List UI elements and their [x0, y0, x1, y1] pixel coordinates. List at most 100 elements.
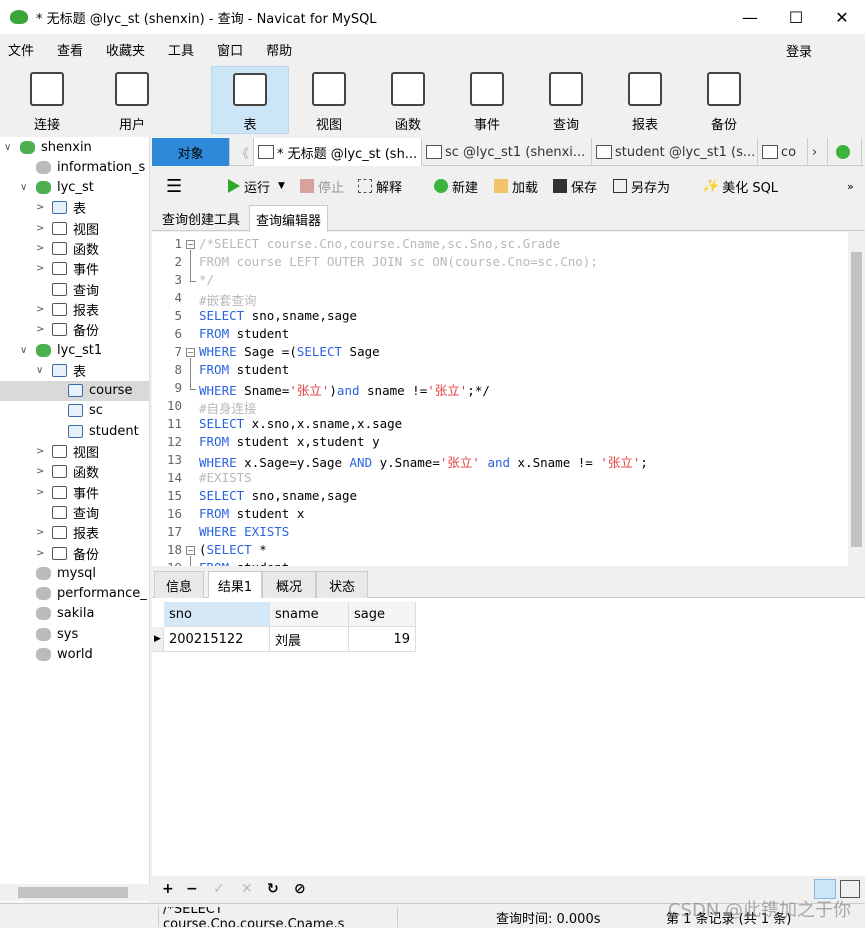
expand-caret-icon[interactable]: >: [36, 243, 48, 254]
tree-item[interactable]: ∨ lyc_st: [20, 178, 94, 198]
fold-toggle-icon[interactable]: −: [186, 240, 195, 249]
menu-item[interactable]: 窗口: [209, 40, 252, 59]
tree-item[interactable]: > 报表: [36, 523, 99, 543]
explain-button[interactable]: 解释: [358, 170, 402, 202]
tab-scroll-right-icon[interactable]: ›: [808, 138, 828, 166]
toolbar-view-button[interactable]: 视图: [290, 66, 368, 134]
expand-caret-icon[interactable]: ∨: [4, 142, 16, 153]
refresh-icon[interactable]: ↻: [267, 881, 279, 897]
table-cell[interactable]: 200215122: [164, 627, 270, 652]
tab-scroll-left-icon[interactable]: 《: [232, 138, 254, 166]
tab-query-editor[interactable]: 查询编辑器: [249, 205, 329, 232]
toolbar-event-button[interactable]: 事件: [448, 66, 526, 134]
expand-caret-icon[interactable]: ∨: [20, 345, 32, 356]
new-tab-icon[interactable]: [832, 138, 862, 166]
expand-caret-icon[interactable]: ∨: [36, 365, 48, 376]
code-line[interactable]: FROM student x,student y: [199, 434, 380, 449]
menu-item[interactable]: 文件: [0, 40, 43, 59]
expand-caret-icon[interactable]: ∨: [20, 182, 32, 193]
fold-toggle-icon[interactable]: −: [186, 546, 195, 555]
apply-icon[interactable]: ✓: [213, 881, 225, 897]
expand-caret-icon[interactable]: >: [36, 263, 48, 274]
sidebar-horizontal-scrollbar[interactable]: [0, 884, 150, 901]
minimize-button[interactable]: —: [727, 0, 773, 34]
tree-item[interactable]: ∨ 表: [36, 360, 86, 380]
code-line[interactable]: #嵌套查询: [199, 290, 257, 309]
tree-item[interactable]: world: [20, 645, 93, 665]
code-line[interactable]: FROM student: [199, 326, 289, 341]
tree-item[interactable]: ∨ shenxin: [4, 137, 92, 157]
code-line[interactable]: #自身连接: [199, 398, 257, 417]
column-header[interactable]: sage: [349, 602, 416, 627]
tree-item[interactable]: 查询: [36, 502, 99, 522]
save-as-button[interactable]: 另存为: [613, 170, 670, 202]
expand-caret-icon[interactable]: >: [36, 304, 48, 315]
code-line[interactable]: SELECT x.sno,x.sname,x.sage: [199, 416, 402, 431]
new-button[interactable]: 新建: [434, 170, 478, 202]
tab-document[interactable]: co: [758, 138, 808, 166]
code-line[interactable]: SELECT sno,sname,sage: [199, 308, 357, 323]
menu-item[interactable]: 工具: [160, 40, 203, 59]
code-line[interactable]: FROM student: [199, 362, 289, 377]
result-tab[interactable]: 状态: [316, 571, 368, 598]
tree-item[interactable]: 查询: [36, 279, 99, 299]
maximize-button[interactable]: ☐: [773, 0, 819, 34]
tree-item[interactable]: mysql: [20, 563, 96, 583]
code-line[interactable]: WHERE EXISTS: [199, 524, 289, 539]
scrollbar-thumb[interactable]: [18, 887, 128, 898]
tab-document[interactable]: student @lyc_st1 (s...: [592, 138, 758, 166]
code-line[interactable]: WHERE Sname='张立')and sname !='张立';*/: [199, 380, 490, 399]
code-line[interactable]: WHERE Sage =(SELECT Sage: [199, 344, 380, 359]
expand-caret-icon[interactable]: >: [36, 446, 48, 457]
add-record-icon[interactable]: +: [162, 881, 174, 897]
tree-item[interactable]: sys: [20, 624, 78, 644]
tree-item[interactable]: > 函数: [36, 239, 99, 259]
code-line[interactable]: #EXISTS: [199, 470, 252, 485]
tree-item[interactable]: > 备份: [36, 543, 99, 563]
caret-down-icon[interactable]: ▼: [278, 181, 285, 191]
result-tab[interactable]: 结果1: [208, 571, 262, 598]
column-header[interactable]: sno: [164, 602, 270, 627]
fold-toggle-icon[interactable]: −: [186, 348, 195, 357]
tree-item[interactable]: > 视图: [36, 442, 99, 462]
code-line[interactable]: FROM student x: [199, 506, 304, 521]
toolbar-user-button[interactable]: 用户: [93, 66, 171, 134]
close-button[interactable]: ✕: [819, 0, 865, 34]
table-cell[interactable]: 19: [349, 627, 416, 652]
menu-item[interactable]: 收藏夹: [98, 40, 154, 59]
tab-document[interactable]: sc @lyc_st1 (shenxi...: [422, 138, 592, 166]
tab-document[interactable]: * 无标题 @lyc_st (sh...: [254, 138, 422, 166]
toolbar-report-button[interactable]: 报表: [606, 66, 684, 134]
tree-item[interactable]: > 视图: [36, 218, 99, 238]
code-line[interactable]: FROM student: [199, 560, 289, 566]
table-cell[interactable]: 刘晨: [270, 627, 349, 652]
toolbar-backup-button[interactable]: 备份: [685, 66, 763, 134]
expand-caret-icon[interactable]: >: [36, 223, 48, 234]
row-indicator-icon[interactable]: ▶: [152, 627, 164, 652]
code-line[interactable]: FROM course LEFT OUTER JOIN sc ON(course…: [199, 254, 598, 269]
tree-item[interactable]: > 报表: [36, 299, 99, 319]
code-line[interactable]: WHERE x.Sage=y.Sage AND y.Sname='张立' and…: [199, 452, 648, 471]
expand-caret-icon[interactable]: >: [36, 324, 48, 335]
menu-item[interactable]: 帮助: [258, 40, 301, 59]
expand-caret-icon[interactable]: >: [36, 202, 48, 213]
stop-icon[interactable]: ⊘: [294, 881, 306, 897]
toolbar-table-button[interactable]: 表: [211, 66, 289, 134]
editor-vertical-scrollbar[interactable]: [848, 232, 865, 566]
expand-caret-icon[interactable]: >: [36, 466, 48, 477]
run-button[interactable]: 运行 ▼: [228, 170, 285, 202]
delete-record-icon[interactable]: −: [186, 881, 198, 897]
tree-item[interactable]: course: [0, 380, 149, 401]
tree-item[interactable]: ∨ lyc_st1: [20, 340, 102, 360]
menu-item[interactable]: 查看: [49, 40, 92, 59]
sql-editor[interactable]: 1 /*SELECT course.Cno,course.Cname,sc.Sno…: [152, 232, 848, 566]
column-header[interactable]: sname: [270, 602, 349, 627]
code-line[interactable]: SELECT sno,sname,sage: [199, 488, 357, 503]
tree-item[interactable]: performance_: [20, 584, 147, 604]
scrollbar-thumb[interactable]: [851, 252, 862, 547]
save-button[interactable]: 保存: [553, 170, 597, 202]
result-tab[interactable]: 信息: [154, 571, 204, 598]
expand-caret-icon[interactable]: >: [36, 548, 48, 559]
code-line[interactable]: /*SELECT course.Cno,course.Cname,sc.Sno,…: [199, 236, 560, 251]
expand-caret-icon[interactable]: >: [36, 487, 48, 498]
